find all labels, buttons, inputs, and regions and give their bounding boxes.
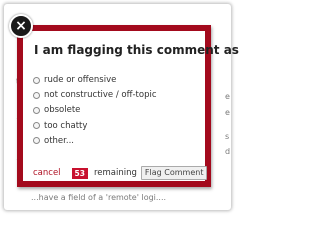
flag-comment-dialog: I am flagging this comment as rude or of… [17, 25, 239, 187]
option-label: not constructive / off-topic [44, 90, 157, 101]
background-text-fragment: s [225, 132, 230, 141]
dialog-title: I am flagging this comment as [34, 43, 239, 57]
flag-reason-list: rude or offensive not constructive / off… [33, 73, 157, 149]
background-text-fragment: e [225, 108, 230, 117]
option-label: obsolete [44, 105, 81, 116]
radio-button[interactable] [33, 76, 40, 84]
background-footer-text: ...have a field of a 'remote' logi.... [31, 193, 167, 202]
option-label: other... [44, 135, 74, 146]
flag-option-too-chatty[interactable]: too chatty [33, 119, 157, 133]
dialog-footer: cancel 53 remaining Flag Comment [33, 166, 208, 180]
background-text-fragment: d [225, 147, 231, 156]
cancel-link[interactable]: cancel [33, 168, 61, 178]
background-text-fragment: e [225, 92, 230, 101]
radio-button[interactable] [33, 137, 40, 145]
radio-button[interactable] [33, 122, 40, 130]
option-label: rude or offensive [44, 75, 117, 85]
flag-option-not-constructive[interactable]: not constructive / off-topic [33, 88, 157, 102]
radio-button[interactable] [33, 91, 40, 99]
flag-option-obsolete[interactable]: obsolete [33, 103, 157, 117]
radio-button[interactable] [33, 106, 40, 114]
flag-option-other[interactable]: other... [33, 134, 157, 148]
remaining-label: remaining [93, 168, 137, 178]
flag-option-rude[interactable]: rude or offensive [33, 73, 157, 87]
flag-comment-button[interactable]: Flag Comment [140, 166, 208, 180]
remaining-count-badge: 53 [71, 167, 88, 179]
close-icon: × [15, 18, 27, 34]
option-label: too chatty [44, 120, 88, 131]
close-button[interactable]: × [9, 14, 33, 38]
